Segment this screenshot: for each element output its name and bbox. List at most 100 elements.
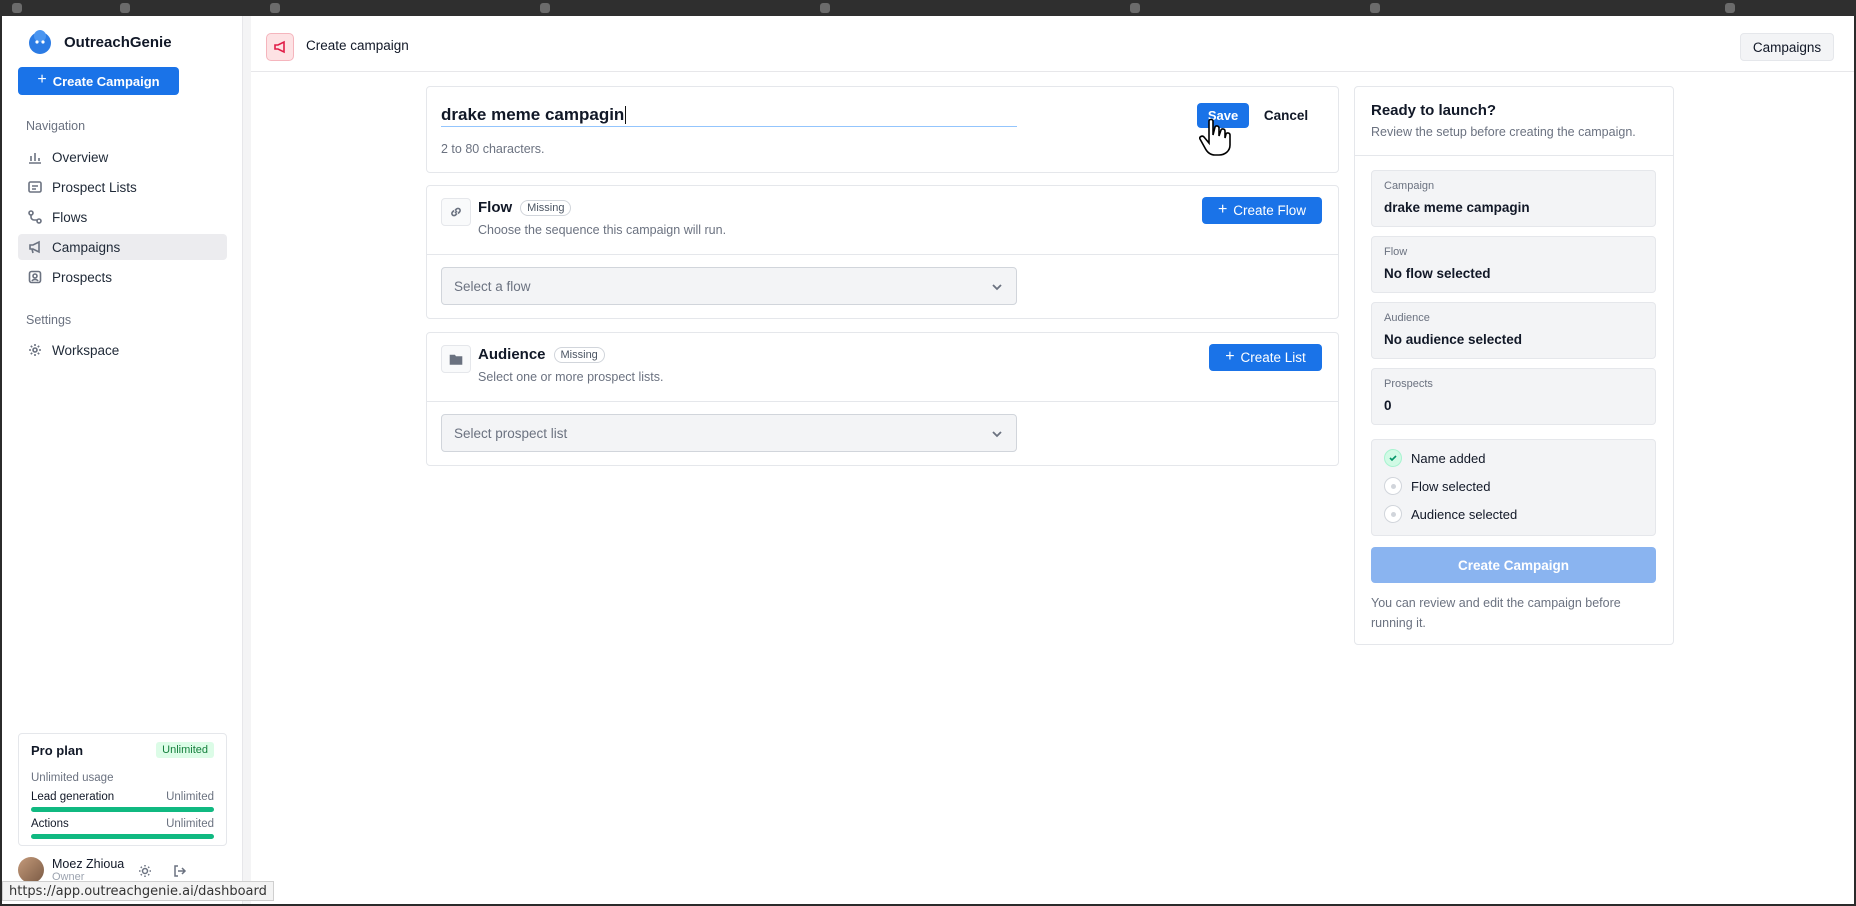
- checklist-label: Audience selected: [1411, 506, 1518, 522]
- tab-favicon[interactable]: [270, 3, 280, 13]
- pending-dot: [1390, 511, 1396, 517]
- summary-field-audience: Audience No audience selected: [1371, 302, 1656, 359]
- checklist-item-audience: Audience selected: [1384, 505, 1517, 523]
- tab-favicon[interactable]: [820, 3, 830, 13]
- sidebar-item-label: Prospects: [52, 269, 113, 285]
- sidebar-item-label: Overview: [52, 149, 109, 165]
- user-name: Moez Zhioua: [52, 857, 125, 871]
- summary-field-prospects: Prospects 0: [1371, 368, 1656, 425]
- link-icon: [441, 198, 471, 226]
- megaphone-icon: [29, 240, 40, 254]
- field-label: Campaign: [1384, 180, 1435, 192]
- sidebar: OutreachGenie + Create Campaign Navigati…: [2, 16, 243, 904]
- flow-select-placeholder: Select a flow: [454, 278, 531, 294]
- campaign-name-value: drake meme campagin: [441, 104, 625, 124]
- chevron-down-icon: [992, 284, 1002, 291]
- create-list-button[interactable]: + Create List: [1209, 344, 1322, 371]
- sun-icon[interactable]: [138, 864, 152, 878]
- pending-dot-icon: [1384, 477, 1402, 495]
- sidebar-item-overview[interactable]: Overview: [18, 144, 227, 170]
- logout-icon[interactable]: [173, 864, 187, 878]
- page-title: Create campaign: [306, 38, 409, 53]
- plan-card: Pro plan Unlimited Unlimited usage Lead …: [18, 733, 227, 846]
- checklist-label: Name added: [1411, 450, 1486, 466]
- sidebar-item-label: Workspace: [52, 342, 120, 358]
- sidebar-item-label: Flows: [52, 209, 88, 225]
- gear-icon: [29, 344, 41, 356]
- create-campaign-button[interactable]: + Create Campaign: [18, 67, 179, 95]
- divider: [427, 401, 1338, 402]
- field-value: No audience selected: [1384, 332, 1523, 347]
- divider: [1355, 155, 1673, 156]
- plus-icon: +: [1217, 200, 1228, 218]
- page-header: Create campaign Campaigns: [251, 16, 1854, 72]
- tab-favicon[interactable]: [1130, 3, 1140, 13]
- field-value: 0: [1384, 398, 1392, 413]
- plan-row-label: Actions: [31, 818, 69, 830]
- tab-favicon[interactable]: [540, 3, 550, 13]
- plus-icon: +: [37, 71, 47, 88]
- list-icon: [28, 181, 42, 193]
- prospect-list-select[interactable]: Select prospect list: [441, 414, 1017, 452]
- sidebar-item-flows[interactable]: Flows: [18, 204, 227, 230]
- plan-badge: Unlimited: [156, 742, 214, 758]
- megaphone-glyph-icon: [274, 40, 285, 54]
- audience-section-card: Audience Missing Select one or more pros…: [426, 332, 1339, 466]
- plan-subtitle: Unlimited usage: [31, 772, 114, 784]
- chevron-down-icon: [992, 431, 1002, 438]
- lead-generation-progress-bar: [31, 807, 214, 812]
- pending-dot-icon: [1384, 505, 1402, 523]
- flow-section-card: Flow Missing Choose the sequence this ca…: [426, 185, 1339, 319]
- create-campaign-submit-button[interactable]: Create Campaign: [1371, 547, 1656, 583]
- app-window: OutreachGenie + Create Campaign Navigati…: [2, 16, 1854, 904]
- summary-field-flow: Flow No flow selected: [1371, 236, 1656, 293]
- plan-row-value: Unlimited: [166, 791, 214, 803]
- summary-subtitle: Review the setup before creating the cam…: [1371, 125, 1636, 139]
- tab-favicon[interactable]: [1370, 3, 1380, 13]
- audience-title: Audience: [478, 346, 546, 363]
- flow-select[interactable]: Select a flow: [441, 267, 1017, 305]
- plan-row-lead-generation: Lead generation Unlimited: [31, 791, 214, 803]
- hand-cursor-icon: [1199, 118, 1231, 156]
- progress-fill: [31, 807, 214, 812]
- field-value: drake meme campagin: [1384, 200, 1530, 215]
- audience-section-title: Audience Missing: [478, 346, 605, 363]
- sidebar-item-prospect-lists[interactable]: Prospect Lists: [18, 174, 227, 200]
- field-value: No flow selected: [1384, 266, 1491, 281]
- tab-favicon[interactable]: [1725, 3, 1735, 13]
- create-campaign-label: Create Campaign: [52, 73, 160, 89]
- settings-heading: Settings: [26, 313, 72, 327]
- browser-tab-strip: [0, 0, 1856, 16]
- summary-field-campaign: Campaign drake meme campagin: [1371, 170, 1656, 227]
- tab-favicon[interactable]: [120, 3, 130, 13]
- plan-row-actions: Actions Unlimited: [31, 818, 214, 830]
- sidebar-item-label: Campaigns: [52, 239, 121, 255]
- status-bar-url: https://app.outreachgenie.ai/dashboard: [2, 881, 274, 901]
- cancel-button[interactable]: Cancel: [1261, 103, 1311, 128]
- create-flow-label: Create Flow: [1233, 203, 1307, 218]
- audience-missing-badge: Missing: [553, 346, 605, 363]
- flow-icon: [28, 210, 42, 224]
- plan-row-value: Unlimited: [166, 818, 214, 830]
- campaigns-button[interactable]: Campaigns: [1740, 33, 1834, 61]
- sidebar-item-campaigns[interactable]: Campaigns: [18, 234, 227, 260]
- divider: [427, 254, 1338, 255]
- user-profile[interactable]: Moez Zhioua Owner: [18, 857, 124, 883]
- genie-logo-icon: [29, 30, 51, 54]
- campaign-name-input[interactable]: drake meme campagin: [441, 103, 1017, 127]
- plan-row-label: Lead generation: [31, 791, 115, 803]
- avatar: [18, 857, 44, 883]
- create-list-label: Create List: [1240, 350, 1306, 365]
- create-flow-button[interactable]: + Create Flow: [1202, 197, 1322, 224]
- sidebar-item-workspace[interactable]: Workspace: [18, 337, 227, 363]
- tab-favicon[interactable]: [12, 3, 22, 13]
- field-label: Flow: [1384, 246, 1408, 258]
- prospect-list-placeholder: Select prospect list: [454, 425, 568, 441]
- field-label: Audience: [1384, 312, 1430, 324]
- sidebar-gutter: [243, 16, 251, 904]
- plan-title: Pro plan: [31, 743, 84, 758]
- flow-title: Flow: [478, 199, 513, 216]
- actions-progress-bar: [31, 834, 214, 839]
- brand[interactable]: OutreachGenie: [26, 28, 172, 56]
- sidebar-item-prospects[interactable]: Prospects: [18, 264, 227, 290]
